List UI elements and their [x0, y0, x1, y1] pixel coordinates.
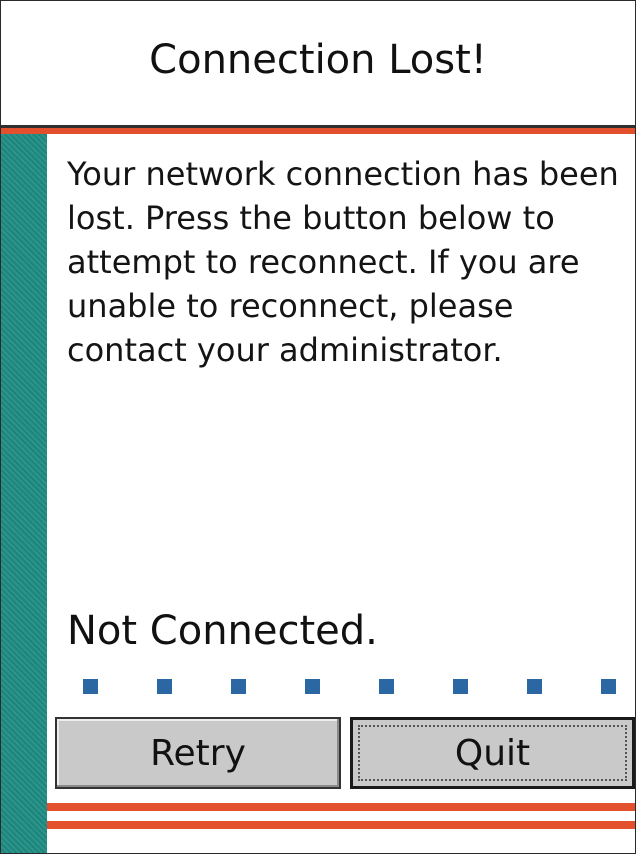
error-message: Your network connection has been lost. P…	[67, 155, 619, 369]
bottom-accent-stripe	[47, 821, 635, 829]
connection-status: Not Connected.	[67, 608, 378, 654]
retry-button-label: Retry	[150, 732, 246, 774]
retry-button[interactable]: Retry	[55, 717, 341, 789]
title-bar: Connection Lost!	[1, 1, 635, 125]
progress-dot	[379, 679, 394, 694]
progress-dot	[157, 679, 172, 694]
bottom-accent-stripe	[47, 803, 635, 811]
progress-dot	[83, 679, 98, 694]
progress-indicator	[83, 679, 623, 697]
progress-dot	[231, 679, 246, 694]
progress-dot	[453, 679, 468, 694]
quit-button-label: Quit	[454, 732, 531, 774]
dialog-body: Your network connection has been lost. P…	[47, 134, 635, 853]
side-accent-bar	[1, 128, 47, 853]
dialog-title: Connection Lost!	[149, 37, 487, 83]
connection-lost-dialog: Connection Lost! Your network connection…	[0, 0, 636, 854]
progress-dot	[305, 679, 320, 694]
progress-dot	[601, 679, 616, 694]
quit-button[interactable]: Quit	[350, 717, 635, 789]
progress-dot	[527, 679, 542, 694]
